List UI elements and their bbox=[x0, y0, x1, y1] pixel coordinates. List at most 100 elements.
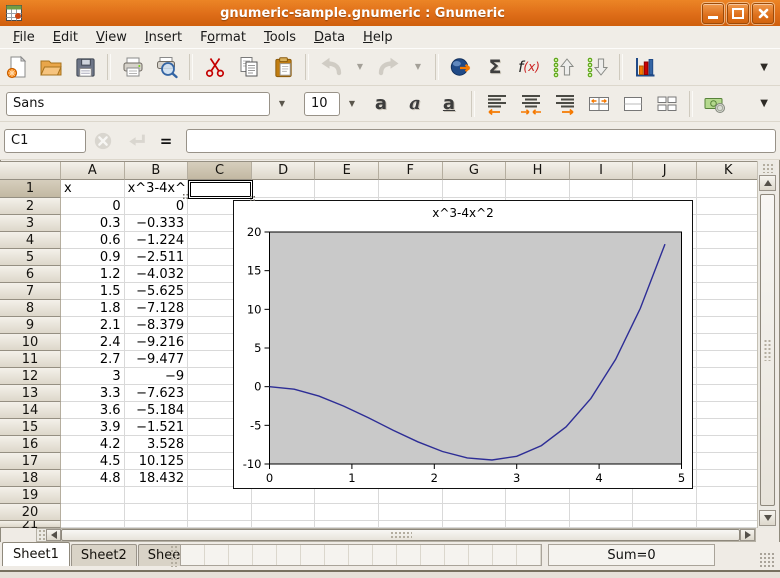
grid-cell[interactable] bbox=[188, 504, 252, 521]
align-right-button[interactable] bbox=[550, 89, 580, 119]
col-header-H[interactable]: H bbox=[506, 162, 570, 180]
grid-cell[interactable]: 3.6 bbox=[61, 402, 125, 419]
col-header-F[interactable]: F bbox=[379, 162, 443, 180]
row-header-13[interactable]: 13 bbox=[0, 385, 61, 402]
grid-cell[interactable]: −1.521 bbox=[125, 419, 189, 436]
grid-cell[interactable]: −0.333 bbox=[125, 215, 189, 232]
col-header-B[interactable]: B bbox=[125, 162, 189, 180]
grid-cell[interactable]: 3 bbox=[61, 368, 125, 385]
grid-cell[interactable] bbox=[443, 521, 507, 528]
grid-cell[interactable] bbox=[697, 470, 757, 487]
grid-cell[interactable] bbox=[697, 334, 757, 351]
equals-button[interactable]: = bbox=[156, 126, 176, 156]
grid-cell[interactable] bbox=[697, 436, 757, 453]
grid-cell[interactable] bbox=[443, 180, 507, 198]
font-name-combo[interactable]: Sans bbox=[6, 92, 270, 116]
grid-cell[interactable]: −2.511 bbox=[125, 249, 189, 266]
grid-cell[interactable] bbox=[697, 180, 757, 198]
grid-cell[interactable]: 18.432 bbox=[125, 470, 189, 487]
pane-splitter-handle[interactable] bbox=[38, 529, 45, 541]
scroll-left-button[interactable] bbox=[46, 529, 61, 541]
accept-edit-button[interactable] bbox=[122, 126, 152, 156]
grid-cell[interactable] bbox=[697, 453, 757, 470]
grid-cell[interactable] bbox=[315, 521, 379, 528]
grid-cell[interactable] bbox=[633, 521, 697, 528]
row-header-4[interactable]: 4 bbox=[0, 232, 61, 249]
grid-cell[interactable]: −5.625 bbox=[125, 283, 189, 300]
grid-cell[interactable] bbox=[697, 283, 757, 300]
minimize-button[interactable] bbox=[702, 3, 724, 24]
grid-cell[interactable]: 4.8 bbox=[61, 470, 125, 487]
align-left-button[interactable] bbox=[482, 89, 512, 119]
tab-resize-handle[interactable] bbox=[170, 545, 177, 567]
grid-cell[interactable] bbox=[633, 180, 697, 198]
grid-cell[interactable]: 0 bbox=[125, 198, 189, 215]
grid-cell[interactable]: −4.032 bbox=[125, 266, 189, 283]
redo-dropdown[interactable]: ▼ bbox=[408, 52, 428, 82]
grid-cell[interactable]: 2.1 bbox=[61, 317, 125, 334]
grid-cell[interactable] bbox=[506, 180, 570, 198]
grid-cell[interactable]: 4.2 bbox=[61, 436, 125, 453]
undo-button[interactable] bbox=[316, 52, 346, 82]
menu-format[interactable]: Format bbox=[191, 28, 255, 47]
grid-cell[interactable]: 0.3 bbox=[61, 215, 125, 232]
grid-cell[interactable] bbox=[379, 180, 443, 198]
grid-cell[interactable]: −9 bbox=[125, 368, 189, 385]
grid-cell[interactable] bbox=[61, 521, 125, 528]
print-button[interactable] bbox=[118, 52, 148, 82]
split-cells-button[interactable] bbox=[652, 89, 682, 119]
grid-cell[interactable] bbox=[697, 504, 757, 521]
grid-cell[interactable] bbox=[697, 249, 757, 266]
grid-cell[interactable] bbox=[379, 521, 443, 528]
menu-data[interactable]: Data bbox=[305, 28, 354, 47]
toolbar-overflow-button[interactable]: ▼ bbox=[760, 98, 768, 109]
underline-button[interactable]: a bbox=[434, 89, 464, 119]
menu-tools[interactable]: Tools bbox=[255, 28, 305, 47]
grid-cell[interactable] bbox=[443, 504, 507, 521]
grid-cell[interactable] bbox=[697, 351, 757, 368]
sum-button[interactable]: Σ bbox=[480, 52, 510, 82]
grid-cell[interactable] bbox=[697, 419, 757, 436]
grid-cell[interactable] bbox=[697, 402, 757, 419]
grid-cell[interactable]: −1.224 bbox=[125, 232, 189, 249]
col-header-G[interactable]: G bbox=[443, 162, 507, 180]
grid-cell[interactable]: 3.528 bbox=[125, 436, 189, 453]
col-header-K[interactable]: K bbox=[697, 162, 757, 180]
grid-cell[interactable]: −7.623 bbox=[125, 385, 189, 402]
grid-cell[interactable] bbox=[697, 317, 757, 334]
selected-cell-outline[interactable] bbox=[188, 180, 253, 199]
vertical-scroll-thumb[interactable] bbox=[760, 194, 775, 506]
horizontal-scrollbar[interactable] bbox=[36, 528, 756, 542]
grid-cell[interactable] bbox=[61, 487, 125, 504]
col-header-A[interactable]: A bbox=[61, 162, 125, 180]
vertical-scrollbar[interactable] bbox=[757, 161, 776, 528]
grid-cell[interactable] bbox=[506, 504, 570, 521]
italic-button[interactable]: a bbox=[400, 89, 430, 119]
redo-button[interactable] bbox=[374, 52, 404, 82]
row-header-20[interactable]: 20 bbox=[0, 504, 61, 521]
scroll-up-button[interactable] bbox=[759, 175, 776, 191]
title-bar[interactable]: gnumeric-sample.gnumeric : Gnumeric bbox=[0, 0, 780, 27]
grid-cell[interactable]: 3.9 bbox=[61, 419, 125, 436]
print-preview-button[interactable] bbox=[152, 52, 182, 82]
row-header-21[interactable]: 21 bbox=[0, 521, 61, 528]
menu-help[interactable]: Help bbox=[354, 28, 402, 47]
scroll-down-button[interactable] bbox=[759, 510, 776, 526]
grid-cell[interactable] bbox=[252, 521, 316, 528]
col-header-J[interactable]: J bbox=[633, 162, 697, 180]
grid-cell[interactable]: 1.2 bbox=[61, 266, 125, 283]
grid-cell[interactable] bbox=[570, 521, 634, 528]
grid-cell[interactable] bbox=[697, 368, 757, 385]
grid-cell[interactable] bbox=[252, 180, 316, 198]
row-header-8[interactable]: 8 bbox=[0, 300, 61, 317]
grid-cell[interactable] bbox=[125, 487, 189, 504]
cut-button[interactable] bbox=[200, 52, 230, 82]
grid-cell[interactable]: x^3-4x^2 bbox=[125, 180, 189, 198]
grid-cell[interactable] bbox=[252, 504, 316, 521]
row-header-1[interactable]: 1 bbox=[0, 180, 61, 198]
center-across-button[interactable] bbox=[584, 89, 614, 119]
grid-cell[interactable]: 2.7 bbox=[61, 351, 125, 368]
menu-edit[interactable]: Edit bbox=[44, 28, 87, 47]
grid-cell[interactable] bbox=[570, 180, 634, 198]
function-button[interactable]: f(x) bbox=[514, 52, 544, 82]
